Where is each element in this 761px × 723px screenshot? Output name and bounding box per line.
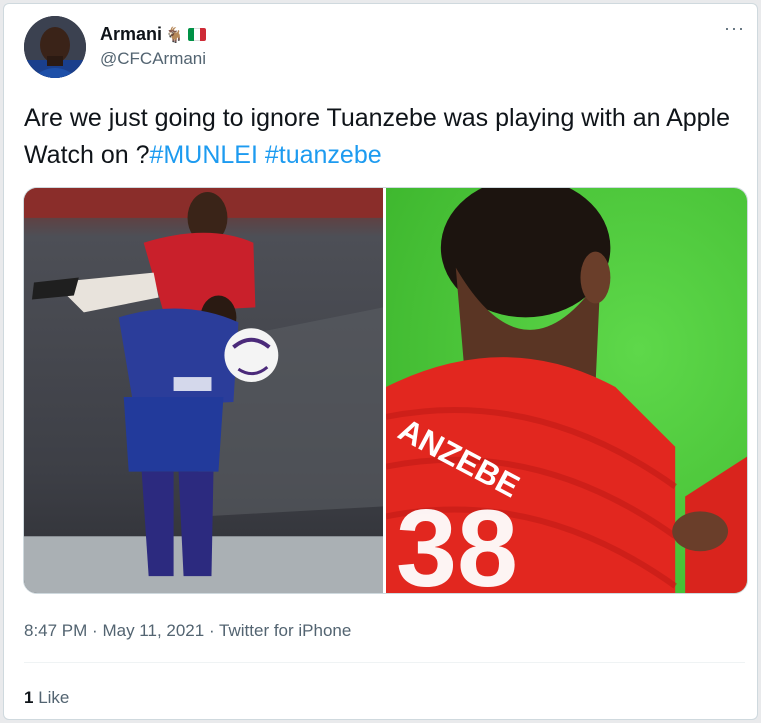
media-grid[interactable]: ANZEBE 38 [23,187,748,594]
author-name-row[interactable]: Armani 🐐 [100,24,206,45]
photo-left-image [24,188,383,593]
hashtag-tuanzebe[interactable]: #tuanzebe [265,141,382,169]
author-display-name[interactable]: Armani [100,24,162,45]
tweet-source[interactable]: Twitter for iPhone [219,621,351,640]
meta-separator: · [208,621,215,640]
likes-label: Like [38,688,70,707]
photo-left[interactable] [24,188,383,593]
tweet-date[interactable]: May 11, 2021 [102,621,204,640]
photo-right-image: ANZEBE 38 [385,188,747,593]
tweet-card: Armani 🐐 @CFCArmani ··· Are we just goin… [3,3,758,720]
divider [24,662,745,663]
likes-number: 1 [24,688,34,707]
tweet-meta: 8:47 PM · May 11, 2021 · Twitter for iPh… [24,621,351,641]
tweet-time[interactable]: 8:47 PM [24,621,87,640]
avatar-image [24,16,86,78]
more-options-icon[interactable]: ··· [724,18,745,39]
meta-separator: · [92,621,98,640]
photo-right[interactable]: ANZEBE 38 [385,188,747,593]
goat-emoji-icon: 🐐 [165,26,184,44]
author-handle[interactable]: @CFCArmani [100,49,206,69]
likes-count[interactable]: 1 Like [24,688,69,708]
shirt-number-text: 38 [396,488,518,593]
tweet-text: Are we just going to ignore Tuanzebe was… [24,100,744,174]
italy-flag-icon [187,28,206,41]
hashtag-munlei[interactable]: #MUNLEI [150,141,258,169]
avatar[interactable] [24,16,86,78]
